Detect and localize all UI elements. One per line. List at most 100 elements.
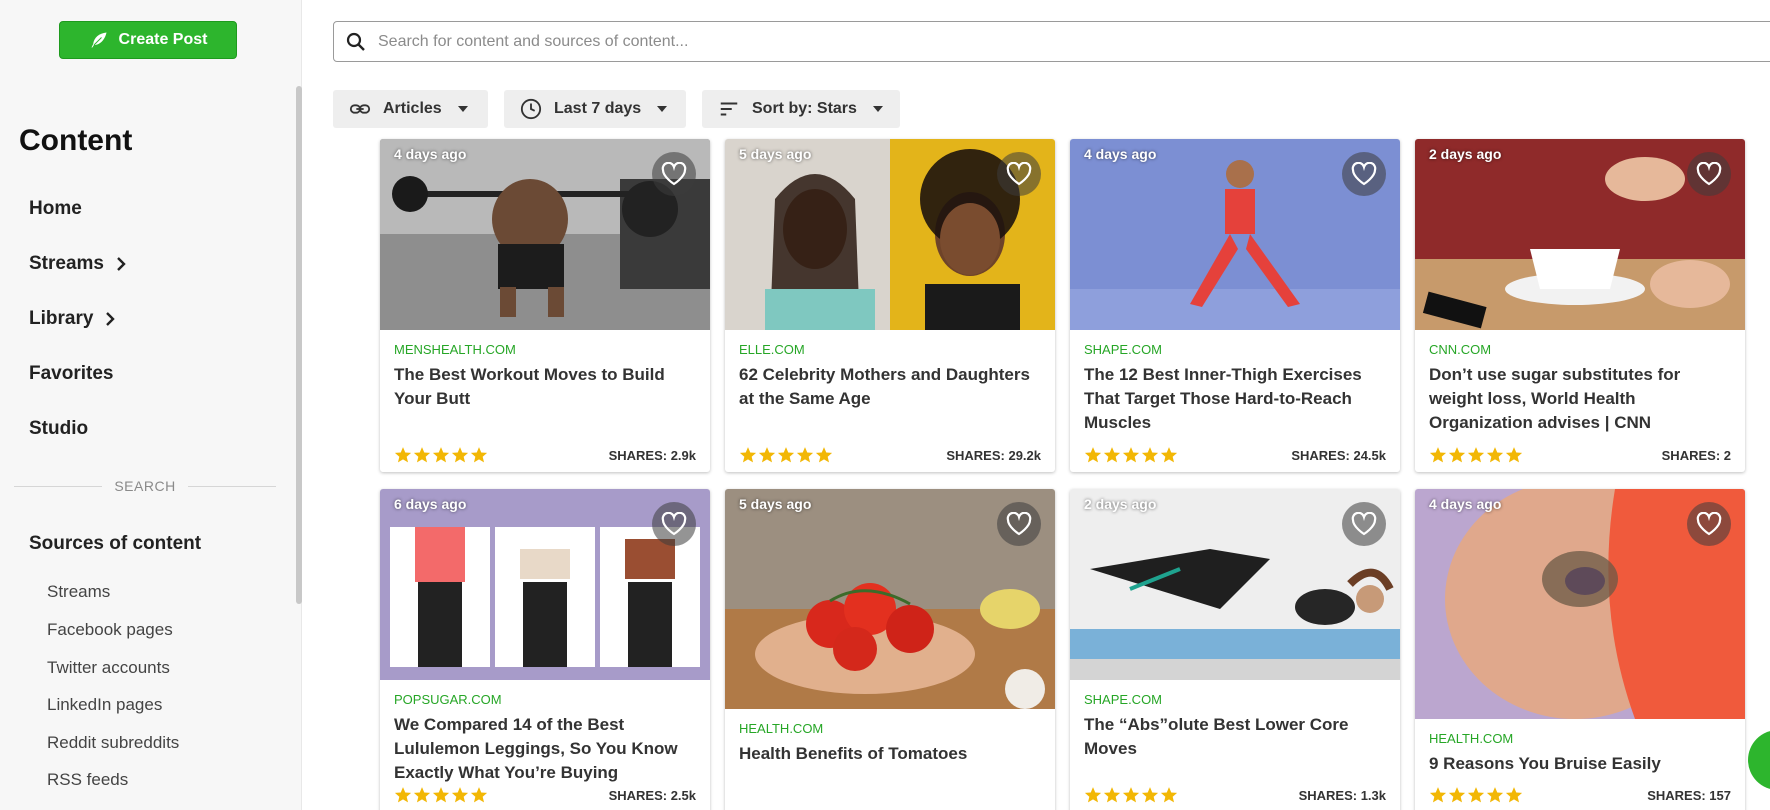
article-thumbnail[interactable]: 2 days ago (1070, 489, 1400, 680)
search-icon (346, 32, 365, 51)
time-range-label: Last 7 days (554, 100, 642, 117)
star-rating (1084, 786, 1178, 804)
nav-favorites[interactable]: Favorites (29, 363, 113, 385)
article-source[interactable]: POPSUGAR.COM (394, 692, 696, 707)
nav-streams[interactable]: Streams (29, 253, 128, 275)
star-icon (796, 447, 814, 463)
article-footer: SHARES: 2.9k (380, 444, 710, 466)
article-age: 4 days ago (394, 146, 467, 162)
article-title[interactable]: 62 Celebrity Mothers and Daughters at th… (739, 363, 1041, 411)
article-title[interactable]: The Best Workout Moves to Build Your But… (394, 363, 696, 411)
star-icon (1467, 447, 1485, 463)
share-count: SHARES: 1.3k (1298, 787, 1386, 803)
article-card[interactable]: 4 days ago SHAPE.COM The 12 Best Inner-T… (1070, 139, 1400, 472)
article-body: HEALTH.COM 9 Reasons You Bruise Easily (1415, 731, 1745, 776)
star-icon (758, 447, 776, 463)
chat-widget-button[interactable] (1748, 730, 1770, 790)
article-source[interactable]: HEALTH.COM (739, 721, 1041, 736)
star-rating (394, 786, 488, 804)
link-icon (349, 104, 371, 114)
chevron-right-icon (106, 312, 116, 326)
article-thumbnail[interactable]: 5 days ago (725, 489, 1055, 709)
article-age: 5 days ago (739, 496, 812, 512)
source-reddit-subreddits[interactable]: Reddit subreddits (47, 733, 179, 753)
divider-line (187, 485, 277, 487)
article-source[interactable]: SHAPE.COM (1084, 342, 1386, 357)
article-thumbnail[interactable]: 4 days ago (1415, 489, 1745, 719)
article-card[interactable]: 4 days ago HEALTH.COM 9 Reasons You Brui… (1415, 489, 1745, 810)
nav-studio-label: Studio (29, 418, 89, 439)
article-age: 5 days ago (739, 146, 812, 162)
favorite-button[interactable] (1687, 502, 1731, 546)
favorite-button[interactable] (1342, 152, 1386, 196)
article-body: SHAPE.COM The “Abs”olute Best Lower Core… (1070, 692, 1400, 761)
feather-icon (91, 32, 107, 48)
search-input[interactable] (378, 32, 1578, 51)
create-post-button[interactable]: Create Post (59, 21, 237, 59)
article-card[interactable]: 6 days ago POPSUGAR.COM We Compared 14 o… (380, 489, 710, 810)
star-icon (1448, 787, 1466, 803)
source-facebook-pages[interactable]: Facebook pages (47, 620, 173, 640)
nav-studio[interactable]: Studio (29, 418, 88, 440)
search-bar[interactable] (333, 21, 1770, 62)
star-rating (1429, 786, 1523, 804)
sidebar-scrollbar[interactable] (296, 86, 302, 604)
divider-line (14, 485, 103, 487)
article-card[interactable]: 5 days ago ELLE.COM 62 Celebrity Mothers… (725, 139, 1055, 472)
article-source[interactable]: CNN.COM (1429, 342, 1731, 357)
article-thumbnail[interactable]: 4 days ago (380, 139, 710, 330)
nav-home[interactable]: Home (29, 198, 82, 220)
article-thumbnail[interactable]: 4 days ago (1070, 139, 1400, 330)
source-linkedin-pages[interactable]: LinkedIn pages (47, 695, 162, 715)
article-thumbnail[interactable]: 5 days ago (725, 139, 1055, 330)
star-icon (470, 447, 488, 463)
create-post-label: Create Post (118, 31, 208, 48)
article-thumbnail[interactable]: 2 days ago (1415, 139, 1745, 330)
favorite-button[interactable] (1687, 152, 1731, 196)
article-title[interactable]: 9 Reasons You Bruise Easily (1429, 752, 1731, 776)
article-card[interactable]: 2 days ago CNN.COM Don’t use sugar subst… (1415, 139, 1745, 472)
heart-icon (1696, 512, 1722, 536)
star-icon (1084, 447, 1102, 463)
favorite-button[interactable] (1342, 502, 1386, 546)
article-card[interactable]: 5 days ago HEALTH.COM Health Benefits of… (725, 489, 1055, 810)
favorite-button[interactable] (652, 502, 696, 546)
source-twitter-accounts[interactable]: Twitter accounts (47, 658, 170, 678)
article-source[interactable]: SHAPE.COM (1084, 692, 1386, 707)
star-icon (1429, 787, 1447, 803)
time-range-dropdown[interactable]: Last 7 days (504, 90, 686, 128)
article-footer: SHARES: 29.2k (725, 444, 1055, 466)
article-title[interactable]: Don’t use sugar substitutes for weight l… (1429, 363, 1731, 435)
favorite-button[interactable] (652, 152, 696, 196)
article-title[interactable]: We Compared 14 of the Best Lululemon Leg… (394, 713, 696, 785)
star-icon (1505, 447, 1523, 463)
star-icon (394, 447, 412, 463)
nav-home-label: Home (29, 198, 82, 219)
favorite-button[interactable] (997, 502, 1041, 546)
article-source[interactable]: HEALTH.COM (1429, 731, 1731, 746)
star-icon (451, 447, 469, 463)
star-icon (1122, 787, 1140, 803)
nav-library[interactable]: Library (29, 308, 117, 330)
favorite-button[interactable] (997, 152, 1041, 196)
source-rss-feeds[interactable]: RSS feeds (47, 770, 128, 790)
article-title[interactable]: The “Abs”olute Best Lower Core Moves (1084, 713, 1386, 761)
article-source[interactable]: ELLE.COM (739, 342, 1041, 357)
article-thumbnail[interactable]: 6 days ago (380, 489, 710, 680)
sidebar: Create Post Content Home Streams Library… (0, 0, 302, 810)
nav-streams-label: Streams (29, 253, 104, 274)
source-streams[interactable]: Streams (47, 582, 110, 602)
article-card[interactable]: 4 days ago MENSHEALTH.COM The Best Worko… (380, 139, 710, 472)
star-rating (1429, 446, 1523, 464)
content-type-dropdown[interactable]: Articles (333, 90, 488, 128)
star-icon (1141, 447, 1159, 463)
article-source[interactable]: MENSHEALTH.COM (394, 342, 696, 357)
article-title[interactable]: The 12 Best Inner-Thigh Exercises That T… (1084, 363, 1386, 435)
article-title[interactable]: Health Benefits of Tomatoes (739, 742, 1041, 766)
sort-dropdown[interactable]: Sort by: Stars (702, 90, 900, 128)
search-divider: SEARCH (14, 478, 277, 494)
star-icon (1122, 447, 1140, 463)
article-footer: SHARES: 1.3k (1070, 784, 1400, 806)
caret-down-icon (657, 106, 668, 112)
article-card[interactable]: 2 days ago SHAPE.COM The “Abs”olute Best… (1070, 489, 1400, 810)
